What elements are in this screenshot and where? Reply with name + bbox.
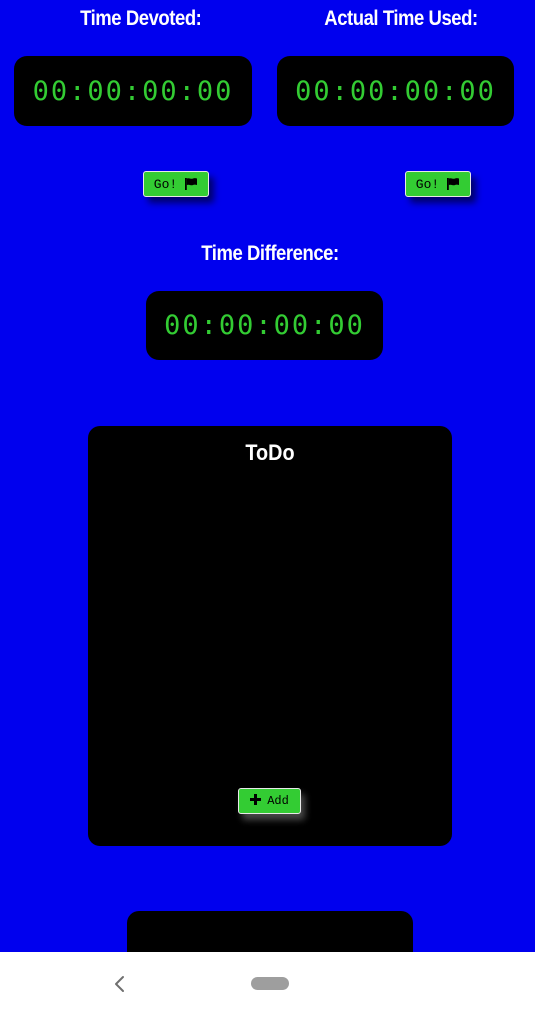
go-devoted-button[interactable]: Go! bbox=[143, 171, 209, 197]
add-todo-label: Add bbox=[267, 794, 289, 808]
todo-title: ToDo bbox=[245, 440, 295, 465]
chevron-left-icon bbox=[115, 976, 124, 992]
actual-time-used-label: Actual Time Used: bbox=[324, 7, 478, 30]
plus-icon bbox=[250, 792, 262, 810]
time-difference-label: Time Difference: bbox=[201, 242, 339, 265]
go-devoted-label: Go! bbox=[153, 176, 178, 192]
actual-time-value: 00:00:00:00 bbox=[295, 75, 496, 107]
flag-icon bbox=[184, 177, 198, 191]
go-actual-label: Go! bbox=[415, 176, 440, 192]
time-devoted-value: 00:00:00:00 bbox=[32, 75, 234, 107]
todo-list bbox=[98, 481, 442, 771]
time-difference-display: 00:00:00:00 bbox=[146, 291, 383, 360]
go-actual-button[interactable]: Go! bbox=[405, 171, 471, 197]
time-difference-value: 00:00:00:00 bbox=[164, 310, 365, 341]
time-devoted-label: Time Devoted: bbox=[80, 7, 202, 30]
flag-icon bbox=[446, 177, 460, 191]
back-button[interactable] bbox=[108, 972, 132, 996]
add-todo-button[interactable]: Add bbox=[238, 788, 301, 814]
todo-panel: ToDo Add bbox=[88, 426, 452, 846]
home-pill-button[interactable] bbox=[251, 977, 289, 990]
bottom-panel bbox=[127, 911, 413, 952]
time-devoted-display: 00:00:00:00 bbox=[14, 56, 252, 126]
app-screen: Time Devoted: Actual Time Used: 00:00:00… bbox=[0, 0, 535, 952]
system-navigation-bar bbox=[0, 952, 535, 1014]
actual-time-display: 00:00:00:00 bbox=[277, 56, 514, 126]
